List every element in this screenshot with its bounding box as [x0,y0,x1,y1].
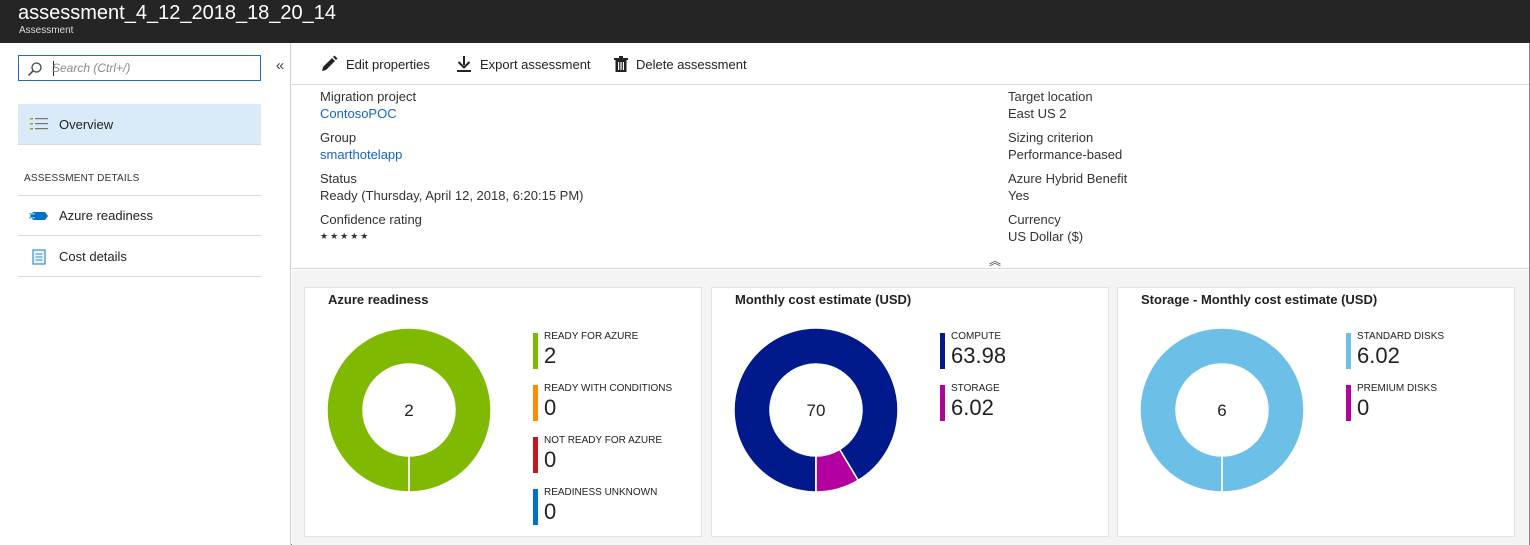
sidebar-item-azure-readiness[interactable]: Azure readiness [18,196,261,236]
page-subtitle: Assessment [19,25,74,36]
field-value: Yes [1008,188,1030,203]
tile-title: Azure readiness [328,292,429,307]
delete-assessment-button[interactable]: Delete assessment [614,54,747,74]
left-nav: « Overview ASSESSMENT DETAILS Azure read… [0,43,291,545]
legend-color-bar [1346,333,1351,369]
migration-project-field: Migration project ContosoPOC [320,88,416,122]
donut-center-label: 2 [404,401,413,420]
search-input[interactable] [52,59,252,77]
legend-label: STANDARD DISKS [1357,331,1445,342]
monthly-cost-tile[interactable]: Monthly cost estimate (USD) 70 COMPUTE 63… [711,287,1109,537]
sidebar-item-cost-details[interactable]: Cost details [18,237,261,277]
azure-hybrid-benefit-field: Azure Hybrid Benefit Yes [1008,170,1127,204]
storage-donut-chart: 6 [1139,327,1305,493]
legend-value: 0 [544,499,557,524]
confidence-stars: ★★★★★ [320,231,371,241]
group-field: Group smarthotelapp [320,129,402,163]
legend-color-bar [533,333,538,369]
migration-project-link[interactable]: ContosoPOC [320,105,416,122]
trash-icon [614,56,628,72]
field-value: US Dollar ($) [1008,229,1084,244]
edit-properties-button[interactable]: Edit properties [320,54,430,74]
list-icon [29,116,49,132]
field-label: Currency [1008,212,1061,227]
document-icon [29,248,49,265]
legend-label: NOT READY FOR AZURE [544,435,662,446]
sidebar-item-label: Azure readiness [59,208,153,223]
legend-value: 2 [544,343,557,368]
readiness-donut-chart: 2 [326,327,492,493]
essentials-panel: Migration project ContosoPOC Group smart… [292,85,1529,269]
field-value: East US 2 [1008,106,1067,121]
field-label: Confidence rating [320,212,422,227]
group-link[interactable]: smarthotelapp [320,146,402,163]
legend-label: READY WITH CONDITIONS [544,383,673,394]
legend-color-bar [533,437,538,473]
readiness-icon [29,208,49,224]
export-assessment-button[interactable]: Export assessment [456,54,591,74]
confidence-rating-field: Confidence rating ★★★★★ [320,211,422,245]
double-chevron-up-icon[interactable]: ︽ [989,252,1001,269]
double-chevron-left-icon[interactable]: « [273,57,287,75]
command-bar: Edit properties Export assessment Delete… [292,43,1529,85]
button-label: Export assessment [480,56,591,72]
field-label: Group [320,130,357,145]
donut-center-label: 6 [1217,401,1226,420]
button-label: Edit properties [346,56,430,72]
field-label: Migration project [320,89,417,104]
sidebar-item-overview[interactable]: Overview [18,104,261,144]
search-icon [27,62,42,77]
tiles-area: Azure readiness 2 READY FOR AZURE 2 READY … [292,270,1529,545]
status-field: Status Ready (Thursday, April 12, 2018, … [320,170,584,204]
legend-value: 0 [1357,395,1370,420]
page-title: assessment_4_12_2018_18_20_14 [18,2,337,24]
azure-readiness-tile[interactable]: Azure readiness 2 READY FOR AZURE 2 READY … [304,287,702,537]
field-label: Azure Hybrid Benefit [1008,171,1128,186]
button-label: Delete assessment [636,56,747,72]
pencil-icon [322,55,338,71]
currency-field: Currency US Dollar ($) [1008,211,1083,245]
field-label: Sizing criterion [1008,130,1094,145]
legend-color-bar [533,489,538,525]
legend-color-bar [940,385,945,421]
legend-color-bar [1346,385,1351,421]
tile-title: Monthly cost estimate (USD) [735,292,912,307]
sidebar-item-label: Cost details [59,249,127,264]
field-label: Status [320,171,357,186]
legend-color-bar [533,385,538,421]
legend-color-bar [940,333,945,369]
target-location-field: Target location East US 2 [1008,88,1093,122]
sidebar-item-label: Overview [59,116,114,132]
legend-value: 6.02 [1357,343,1400,368]
legend-value: 0 [544,395,557,420]
legend-label: COMPUTE [951,331,1001,342]
sizing-criterion-field: Sizing criterion Performance-based [1008,129,1122,163]
title-bar: assessment_4_12_2018_18_20_14 Assessment [0,0,1530,43]
legend-label: READINESS UNKNOWN [544,487,658,498]
legend-label: STORAGE [951,383,1000,394]
donut-center-label: 70 [807,401,826,420]
tile-title: Storage - Monthly cost estimate (USD) [1141,292,1378,307]
field-label: Target location [1008,89,1093,104]
status-value: Ready (Thursday, April 12, 2018, 6:20:15… [320,188,584,203]
divider [18,144,261,145]
storage-cost-tile[interactable]: Storage - Monthly cost estimate (USD) 6 … [1117,287,1515,537]
legend-value: 0 [544,447,557,472]
cost-donut-chart: 70 [733,327,899,493]
search-box[interactable] [18,55,261,81]
legend-value: 63.98 [951,343,1007,368]
legend-label: READY FOR AZURE [544,331,639,342]
field-value: Performance-based [1008,147,1123,162]
section-header: ASSESSMENT DETAILS [24,173,140,184]
legend-value: 6.02 [951,395,994,420]
legend-label: PREMIUM DISKS [1357,383,1438,394]
download-icon [457,56,471,72]
